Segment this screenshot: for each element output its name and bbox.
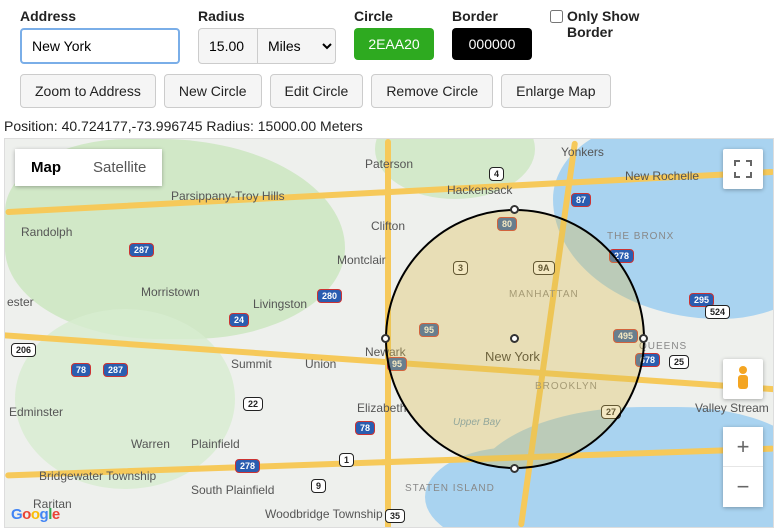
radius-label: Radius	[198, 8, 336, 24]
radius-input[interactable]	[198, 28, 258, 64]
only-show-border-label[interactable]: Only Show Border	[550, 8, 660, 40]
map-type-satellite-button[interactable]: Satellite	[77, 149, 162, 186]
shield-1: 1	[339, 453, 354, 467]
city-bronx: THE BRONX	[607, 231, 674, 242]
city-morristown: Morristown	[141, 285, 200, 299]
fullscreen-icon	[734, 160, 752, 178]
city-warren: Warren	[131, 437, 170, 451]
fullscreen-button[interactable]	[723, 149, 763, 189]
city-ester: ester	[7, 295, 34, 309]
enlarge-map-button[interactable]: Enlarge Map	[501, 74, 610, 108]
pegman-button[interactable]	[723, 359, 763, 399]
circle-color-chip[interactable]: 2EAA20	[354, 28, 434, 60]
shield-78: 78	[71, 363, 91, 377]
city-edminster: Edminster	[9, 405, 63, 419]
border-color-label: Border	[452, 8, 532, 24]
address-label: Address	[20, 8, 180, 24]
shield-206: 206	[11, 343, 36, 357]
city-valleystream: Valley Stream	[695, 401, 769, 415]
city-queens: QUEENS	[639, 341, 687, 352]
shield-78b: 78	[355, 421, 375, 435]
shield-22: 22	[243, 397, 263, 411]
city-elizabeth: Elizabeth	[357, 401, 406, 415]
shield-25: 25	[669, 355, 689, 369]
shield-9: 9	[311, 479, 326, 493]
zoom-control: + −	[723, 427, 763, 507]
city-statenisland: STATEN ISLAND	[405, 483, 495, 494]
pegman-icon	[735, 366, 751, 392]
zoom-in-button[interactable]: +	[723, 427, 763, 467]
address-input[interactable]	[20, 28, 180, 64]
city-montclair: Montclair	[337, 253, 386, 267]
city-parsippany: Parsippany-Troy Hills	[171, 189, 285, 203]
shield-524: 524	[705, 305, 730, 319]
edit-circle-button[interactable]: Edit Circle	[270, 74, 364, 108]
unit-select[interactable]: Miles	[258, 28, 336, 64]
shield-35: 35	[385, 509, 405, 523]
city-paterson: Paterson	[365, 157, 413, 171]
city-southplainfield: South Plainfield	[191, 483, 274, 497]
shield-287: 287	[129, 243, 154, 257]
shield-24: 24	[229, 313, 249, 327]
city-bridgewater: Bridgewater Township	[39, 469, 156, 483]
shield-278: 278	[235, 459, 260, 473]
city-clifton: Clifton	[371, 219, 405, 233]
zoom-to-address-button[interactable]: Zoom to Address	[20, 74, 156, 108]
circle-west-handle[interactable]	[381, 334, 390, 343]
city-livingston: Livingston	[253, 297, 307, 311]
shield-4: 4	[489, 167, 504, 181]
circle-east-handle[interactable]	[639, 334, 648, 343]
only-show-border-checkbox[interactable]	[550, 10, 563, 23]
city-plainfield: Plainfield	[191, 437, 240, 451]
shield-87: 87	[571, 193, 591, 207]
city-summit: Summit	[231, 357, 272, 371]
shield-280: 280	[317, 289, 342, 303]
city-union: Union	[305, 357, 336, 371]
circle-north-handle[interactable]	[510, 205, 519, 214]
circle-color-label: Circle	[354, 8, 434, 24]
city-yonkers: Yonkers	[561, 145, 604, 159]
circle-center-handle[interactable]	[510, 334, 519, 343]
city-randolph: Randolph	[21, 225, 72, 239]
map-type-control: Map Satellite	[15, 149, 162, 186]
shield-287b: 287	[103, 363, 128, 377]
circle-south-handle[interactable]	[510, 464, 519, 473]
google-logo: Google	[11, 506, 60, 523]
city-newrochelle: New Rochelle	[625, 169, 699, 183]
new-circle-button[interactable]: New Circle	[164, 74, 262, 108]
zoom-out-button[interactable]: −	[723, 467, 763, 507]
remove-circle-button[interactable]: Remove Circle	[371, 74, 493, 108]
city-woodbridge: Woodbridge Township	[265, 507, 383, 521]
map[interactable]: Paterson Yonkers New Rochelle Hackensack…	[4, 138, 774, 528]
city-hackensack: Hackensack	[447, 183, 512, 197]
status-text: Position: 40.724177,-73.996745 Radius: 1…	[0, 116, 778, 138]
border-color-chip[interactable]: 000000	[452, 28, 532, 60]
map-type-map-button[interactable]: Map	[15, 149, 77, 186]
